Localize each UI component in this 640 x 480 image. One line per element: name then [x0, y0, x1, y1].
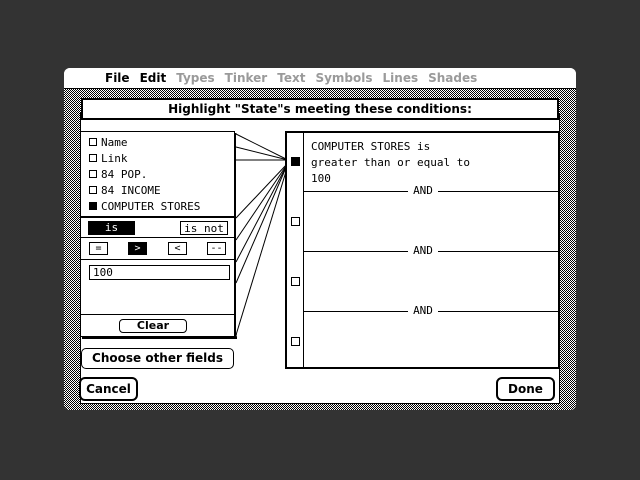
menu-tinker[interactable]: Tinker	[225, 71, 268, 85]
menu-file[interactable]: File	[105, 71, 130, 85]
and-label: AND	[408, 304, 438, 318]
field-checkbox[interactable]	[89, 154, 97, 162]
field-label: Link	[101, 151, 128, 165]
is-button[interactable]: is	[88, 221, 135, 235]
divider	[81, 216, 234, 218]
operator-less-button[interactable]: <	[168, 242, 187, 255]
menu-edit[interactable]: Edit	[140, 71, 167, 85]
condition-checkbox[interactable]	[291, 157, 300, 166]
field-item-84-pop[interactable]: 84 POP.	[81, 166, 234, 182]
field-checkbox[interactable]	[89, 170, 97, 178]
menu-symbols[interactable]: Symbols	[315, 71, 372, 85]
cancel-button[interactable]: Cancel	[79, 377, 138, 401]
field-checkbox[interactable]	[89, 186, 97, 194]
clear-button[interactable]: Clear	[119, 319, 187, 333]
field-label: 84 POP.	[101, 167, 148, 181]
field-item-computer-stores[interactable]: COMPUTER STORES	[81, 198, 234, 214]
field-checkbox[interactable]	[89, 138, 97, 146]
and-label: AND	[408, 244, 438, 258]
condition-text: COMPUTER STORES is greater than or equal…	[311, 140, 470, 185]
dialog-title: Highlight "State"s meeting these conditi…	[81, 98, 559, 120]
field-label: COMPUTER STORES	[101, 199, 201, 213]
choose-other-fields-button[interactable]: Choose other fields	[81, 348, 234, 369]
operator-equal-button[interactable]: =	[89, 242, 108, 255]
value-input[interactable]: 100	[89, 265, 230, 280]
menu-lines[interactable]: Lines	[383, 71, 419, 85]
menu-shades[interactable]: Shades	[428, 71, 477, 85]
condition-checkbox[interactable]	[291, 337, 300, 346]
condition-checkbox[interactable]	[291, 217, 300, 226]
field-item-84-income[interactable]: 84 INCOME	[81, 182, 234, 198]
done-button[interactable]: Done	[496, 377, 555, 401]
field-item-name[interactable]: Name	[81, 134, 234, 150]
operator-greater-button[interactable]: >	[128, 242, 147, 255]
field-list: Name Link 84 POP. 84 INCOME COMPUTER STO…	[81, 134, 234, 214]
is-not-button[interactable]: is not	[180, 221, 228, 235]
field-label: 84 INCOME	[101, 183, 161, 197]
divider	[81, 314, 234, 315]
menu-bar: File Edit Types Tinker Text Symbols Line…	[64, 68, 576, 89]
conditions-panel: COMPUTER STORES is greater than or equal…	[285, 131, 560, 369]
operator-none-button[interactable]: --	[207, 242, 226, 255]
field-item-link[interactable]: Link	[81, 150, 234, 166]
menu-types[interactable]: Types	[176, 71, 214, 85]
divider	[81, 259, 234, 260]
field-checkbox[interactable]	[89, 202, 97, 210]
field-panel: Name Link 84 POP. 84 INCOME COMPUTER STO…	[80, 131, 235, 337]
condition-checkbox[interactable]	[291, 277, 300, 286]
divider	[81, 237, 234, 238]
and-label: AND	[408, 184, 438, 198]
field-label: Name	[101, 135, 128, 149]
menu-text[interactable]: Text	[277, 71, 305, 85]
divider	[303, 133, 304, 367]
